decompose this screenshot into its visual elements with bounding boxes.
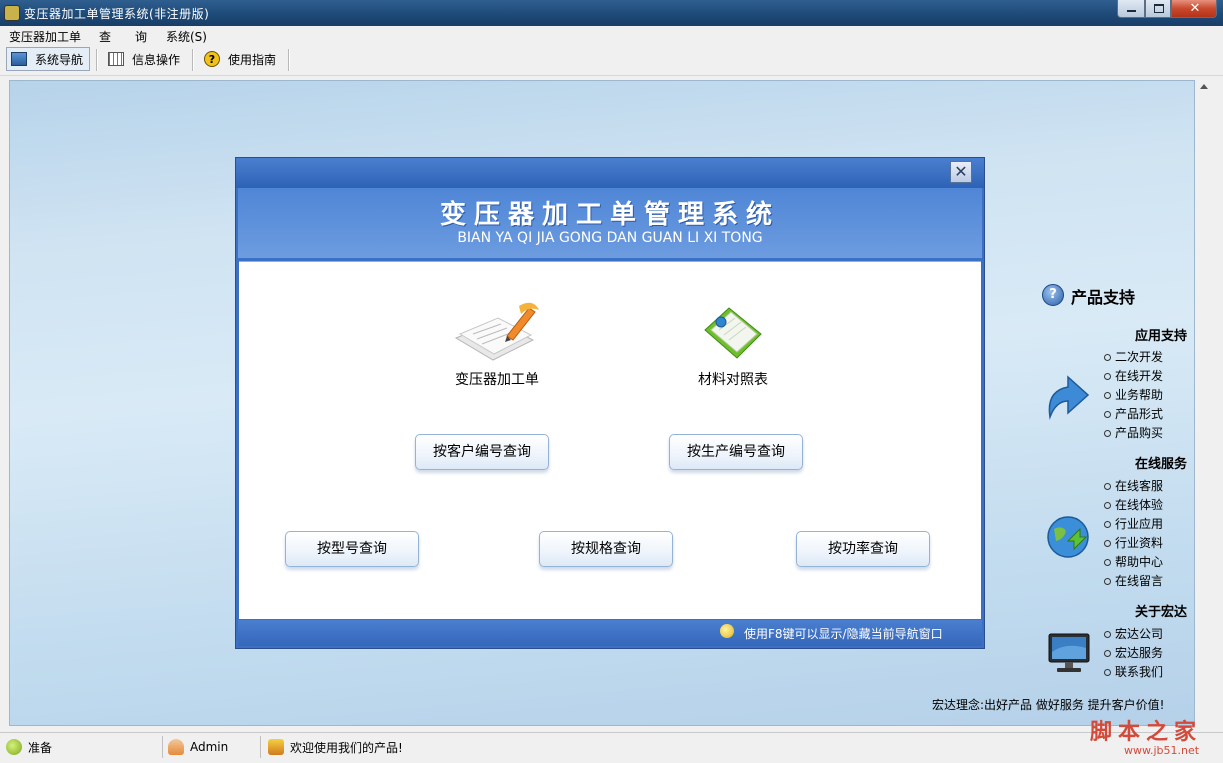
bullet-icon xyxy=(1104,521,1111,528)
status-welcome-panel: 欢迎使用我们的产品! xyxy=(268,736,568,758)
bullet-icon xyxy=(1104,631,1111,638)
company-motto: 宏达理念:出好产品 做好服务 提升客户价值! xyxy=(932,698,1165,712)
section-title-app-support: 应用支持 xyxy=(1135,329,1188,344)
link-item[interactable]: 行业资料 xyxy=(1104,534,1163,553)
bullet-icon xyxy=(1104,373,1111,380)
link-item[interactable]: 在线开发 xyxy=(1104,367,1163,386)
toolbar-separator xyxy=(96,49,98,71)
link-item[interactable]: 在线客服 xyxy=(1104,477,1163,496)
toolbar-separator xyxy=(288,49,290,71)
about-links: 宏达公司 宏达服务 联系我们 xyxy=(1104,625,1163,682)
app-icon xyxy=(4,5,20,21)
bullet-icon xyxy=(1104,483,1111,490)
menu-transformer-order[interactable]: 变压器加工单 xyxy=(9,28,81,45)
minimize-button[interactable] xyxy=(1117,0,1145,18)
menu-bar: 变压器加工单 查 询 系统(S) xyxy=(0,26,1223,45)
grid-icon xyxy=(108,52,124,66)
info-operation-label: 信息操作 xyxy=(132,52,181,67)
link-item[interactable]: 宏达服务 xyxy=(1104,644,1163,663)
globe-icon xyxy=(1046,515,1090,559)
online-service-links: 在线客服 在线体验 行业应用 行业资料 帮助中心 在线留言 xyxy=(1104,477,1163,591)
link-item[interactable]: 联系我们 xyxy=(1104,663,1163,682)
section-title-online-service: 在线服务 xyxy=(1135,457,1188,472)
query-by-model-button[interactable]: 按型号查询 xyxy=(285,531,419,567)
menu-query[interactable]: 查 询 xyxy=(99,28,147,45)
section-title-about: 关于宏达 xyxy=(1135,605,1188,620)
bullet-icon xyxy=(1104,650,1111,657)
dialog-close-button[interactable]: ✕ xyxy=(950,161,972,183)
status-user-text: Admin xyxy=(190,740,229,754)
status-user-panel: Admin xyxy=(168,736,261,758)
status-ready-text: 准备 xyxy=(28,740,53,755)
bullet-icon xyxy=(1104,430,1111,437)
bullet-icon xyxy=(1104,392,1111,399)
info-operation-button[interactable]: 信息操作 xyxy=(104,47,186,71)
user-guide-label: 使用指南 xyxy=(228,52,277,67)
status-ready-panel: 准备 xyxy=(6,736,163,758)
system-navigation-label: 系统导航 xyxy=(35,52,84,67)
navigation-dialog: ✕ 变压器加工单管理系统 BIAN YA QI JIA GONG DAN GUA… xyxy=(235,157,985,649)
status-icon xyxy=(6,739,22,755)
monitor-icon xyxy=(11,52,27,66)
watermark-url: www.jb51.net xyxy=(1124,744,1200,757)
dialog-header: 变压器加工单管理系统 BIAN YA QI JIA GONG DAN GUAN … xyxy=(238,188,982,258)
toolbar-separator xyxy=(192,49,194,71)
dialog-title: 变压器加工单管理系统 xyxy=(439,200,780,230)
link-item[interactable]: 产品形式 xyxy=(1104,405,1163,424)
query-by-spec-button[interactable]: 按规格查询 xyxy=(539,531,673,567)
link-item[interactable]: 业务帮助 xyxy=(1104,386,1163,405)
scroll-up-arrow-icon[interactable] xyxy=(1200,84,1208,89)
menu-system[interactable]: 系统(S) xyxy=(166,28,207,45)
tip-icon xyxy=(720,624,734,638)
user-guide-button[interactable]: ? 使用指南 xyxy=(200,47,284,71)
maximize-button[interactable] xyxy=(1145,0,1171,18)
bullet-icon xyxy=(1104,354,1111,361)
help-icon: ? xyxy=(204,51,220,67)
watermark-logo: 脚本之家 xyxy=(1090,719,1203,745)
link-item[interactable]: 在线留言 xyxy=(1104,572,1163,591)
bullet-icon xyxy=(1104,540,1111,547)
bullet-icon xyxy=(1104,502,1111,509)
bullet-icon xyxy=(1104,578,1111,585)
close-window-button[interactable]: ✕ xyxy=(1171,0,1217,18)
query-by-power-button[interactable]: 按功率查询 xyxy=(796,531,930,567)
app-support-links: 二次开发 在线开发 业务帮助 产品形式 产品购买 xyxy=(1104,348,1163,443)
notebook-icon[interactable] xyxy=(701,300,765,364)
window-title: 变压器加工单管理系统(非注册版) xyxy=(24,7,210,21)
query-by-customer-button[interactable]: 按客户编号查询 xyxy=(415,434,549,470)
dialog-footer-text: 使用F8键可以显示/隐藏当前导航窗口 xyxy=(744,627,943,641)
link-item[interactable]: 帮助中心 xyxy=(1104,553,1163,572)
monitor-icon xyxy=(1046,630,1092,676)
query-by-production-button[interactable]: 按生产编号查询 xyxy=(669,434,803,470)
close-icon: ✕ xyxy=(1189,1,1201,16)
dialog-footer: 使用F8键可以显示/隐藏当前导航窗口 xyxy=(238,620,982,646)
link-item[interactable]: 二次开发 xyxy=(1104,348,1163,367)
title-bar: 变压器加工单管理系统(非注册版) ✕ xyxy=(0,0,1223,26)
status-welcome-text: 欢迎使用我们的产品! xyxy=(290,740,403,755)
dialog-title-bar xyxy=(236,158,984,188)
status-bar: 准备 Admin 欢迎使用我们的产品! xyxy=(0,732,1223,763)
link-item[interactable]: 宏达公司 xyxy=(1104,625,1163,644)
vertical-scrollbar[interactable] xyxy=(1196,80,1214,726)
transformer-order-label[interactable]: 变压器加工单 xyxy=(427,369,567,389)
link-item[interactable]: 产品购买 xyxy=(1104,424,1163,443)
user-icon xyxy=(168,739,184,755)
help-icon: ? xyxy=(1042,284,1064,306)
document-pen-icon[interactable] xyxy=(451,300,541,364)
dialog-subtitle: BIAN YA QI JIA GONG DAN GUAN LI XI TONG xyxy=(457,230,763,246)
bullet-icon xyxy=(1104,411,1111,418)
product-support-title: 产品支持 xyxy=(1071,288,1136,307)
dialog-body: 变压器加工单 材料对照表 按客户编号查询 按生产编号查询 按型号查询 按规格查询… xyxy=(239,261,981,619)
material-table-label[interactable]: 材料对照表 xyxy=(663,369,803,389)
system-navigation-button[interactable]: 系统导航 xyxy=(6,47,90,71)
toolbar: 系统导航 信息操作 ? 使用指南 xyxy=(0,45,1223,76)
bullet-icon xyxy=(1104,669,1111,676)
forward-arrow-icon xyxy=(1044,373,1090,423)
bullet-icon xyxy=(1104,559,1111,566)
users-icon xyxy=(268,739,284,755)
link-item[interactable]: 行业应用 xyxy=(1104,515,1163,534)
link-item[interactable]: 在线体验 xyxy=(1104,496,1163,515)
